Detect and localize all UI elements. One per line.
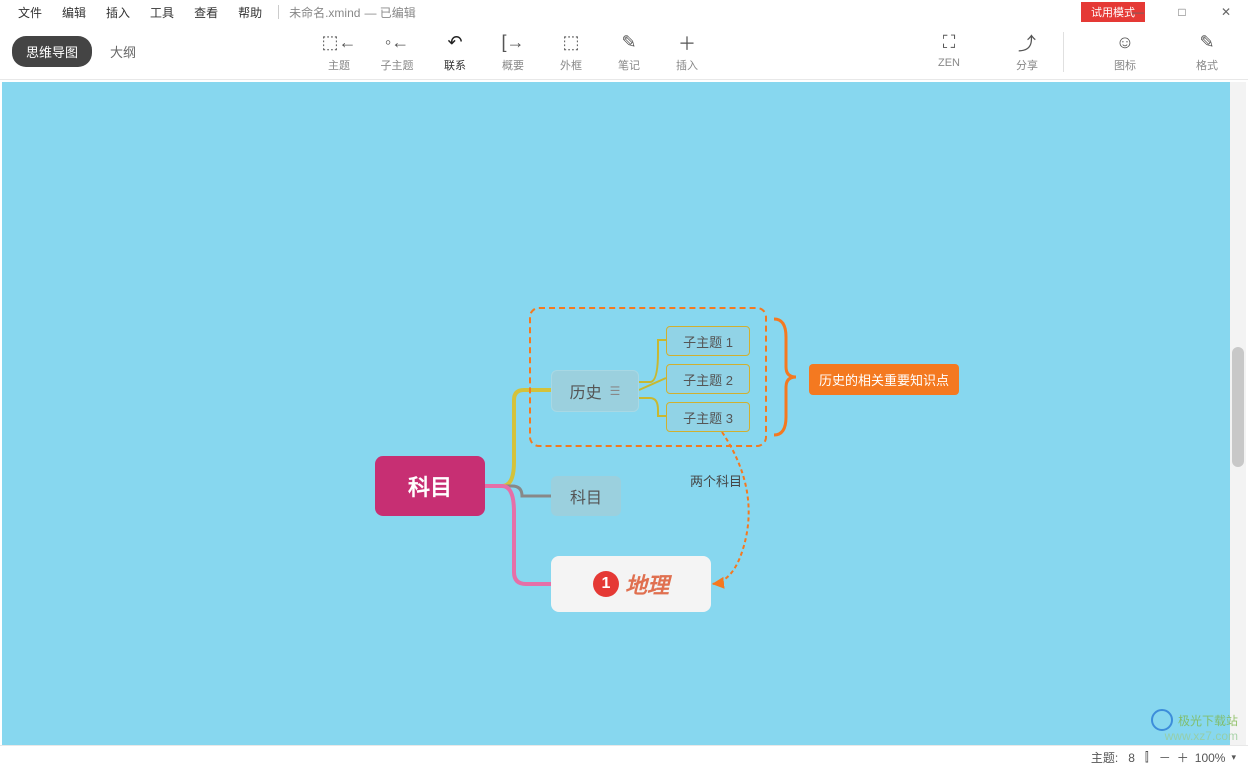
close-button[interactable]: ✕	[1204, 0, 1248, 24]
topic-subject[interactable]: 科目	[551, 476, 621, 516]
topic-label: 历史	[570, 379, 602, 403]
menu-view[interactable]: 查看	[184, 4, 228, 21]
tool-note[interactable]: ✎ 笔记	[600, 31, 658, 73]
file-name: 未命名.xmind	[289, 4, 360, 21]
subtopic-3[interactable]: 子主题 3	[666, 402, 750, 432]
statusbar: 主题: 8 ⫿ － ＋ 100% ▾	[0, 745, 1248, 769]
zoom-control: － ＋ 100% ▾	[1159, 749, 1236, 766]
tool-label: 格式	[1196, 57, 1218, 73]
topic-label: 地理	[625, 568, 669, 600]
canvas[interactable]: 科目 历史 ☰ 科目 1 地理 子主题 1 子主题 2 子主题 3 历史的相关重…	[2, 82, 1230, 745]
subtopic-1[interactable]: 子主题 1	[666, 326, 750, 356]
view-outline[interactable]: 大纲	[96, 36, 150, 67]
relationship-icon: ↶	[447, 31, 462, 55]
tool-zen[interactable]: ⛶ ZEN	[925, 31, 973, 73]
boundary-icon: ⬚	[563, 31, 580, 55]
notes-icon[interactable]: ☰	[610, 384, 621, 398]
tool-label: 笔记	[618, 57, 640, 73]
far-right-tools: ☺ 图标 ✎ 格式	[1096, 31, 1236, 73]
subtopic-2[interactable]: 子主题 2	[666, 364, 750, 394]
tool-label: 概要	[502, 57, 524, 73]
topic-history[interactable]: 历史 ☰	[551, 370, 639, 412]
map-overview-icon[interactable]: ⫿	[1145, 750, 1149, 765]
menu-help[interactable]: 帮助	[228, 4, 272, 21]
menubar: 文件 编辑 插入 工具 查看 帮助 未命名.xmind — 已编辑	[0, 0, 1248, 24]
zoom-level[interactable]: 100%	[1195, 751, 1226, 765]
subtopic-icon: ◦←	[385, 31, 409, 55]
format-icon: ✎	[1199, 31, 1214, 55]
summary-topic[interactable]: 历史的相关重要知识点	[809, 364, 959, 395]
tool-label: 图标	[1114, 57, 1136, 73]
tool-label: ZEN	[938, 57, 960, 69]
zoom-out-button[interactable]: －	[1159, 749, 1171, 766]
watermark-text2: www.xz7.com	[1165, 729, 1238, 743]
tool-icons[interactable]: ☺ 图标	[1096, 31, 1154, 73]
tool-label: 主题	[328, 57, 350, 73]
topic-icon: ⬚←	[322, 31, 357, 55]
view-mindmap[interactable]: 思维导图	[12, 36, 92, 67]
watermark: 极光下载站 www.xz7.com	[1151, 703, 1238, 743]
tool-relationship[interactable]: ↶ 联系	[426, 31, 484, 73]
menu-edit[interactable]: 编辑	[52, 4, 96, 21]
tool-label: 插入	[676, 57, 698, 73]
topic-count: 8	[1128, 751, 1135, 765]
tool-label: 分享	[1016, 57, 1038, 73]
tool-summary[interactable]: [→ 概要	[484, 31, 542, 73]
tool-insert[interactable]: ＋ 插入	[658, 31, 716, 73]
connectors	[2, 82, 1230, 745]
tool-label: 外框	[560, 57, 582, 73]
scrollbar-vertical[interactable]	[1230, 82, 1246, 745]
note-icon: ✎	[621, 31, 636, 55]
smiley-icon: ☺	[1116, 31, 1134, 55]
divider	[1063, 32, 1064, 72]
minimize-button[interactable]: —	[1116, 0, 1160, 24]
right-tools: ⛶ ZEN ⤴ 分享	[925, 31, 1051, 73]
zoom-in-button[interactable]: ＋	[1177, 749, 1189, 766]
view-toggle: 思维导图 大纲	[12, 36, 150, 67]
menu-tools[interactable]: 工具	[140, 4, 184, 21]
edit-status: — 已编辑	[364, 4, 415, 21]
central-topic[interactable]: 科目	[375, 456, 485, 516]
divider	[278, 5, 279, 19]
topic-geography[interactable]: 1 地理	[551, 556, 711, 612]
menu-file[interactable]: 文件	[8, 4, 52, 21]
summary-brace	[772, 317, 798, 437]
tool-label: 子主题	[381, 57, 414, 73]
topic-count-label: 主题:	[1091, 749, 1118, 766]
zen-icon: ⛶	[943, 31, 956, 55]
maximize-button[interactable]: □	[1160, 0, 1204, 24]
plus-icon: ＋	[678, 31, 696, 55]
toolbar: 思维导图 大纲 ⬚←主题 ◦←子主题 ↶联系 [→概要 ⬚外框 ✎笔记 ＋插入 …	[0, 24, 1248, 80]
tool-label: 联系	[444, 57, 466, 73]
priority-icon: 1	[593, 571, 619, 597]
window-controls: — □ ✕	[1116, 0, 1248, 24]
menu-insert[interactable]: 插入	[96, 4, 140, 21]
tool-subtopic[interactable]: ◦← 子主题	[368, 31, 426, 73]
scrollbar-thumb[interactable]	[1232, 347, 1244, 467]
watermark-logo-icon	[1151, 709, 1173, 731]
tool-boundary[interactable]: ⬚ 外框	[542, 31, 600, 73]
share-icon: ⤴	[1018, 31, 1036, 55]
tool-share[interactable]: ⤴ 分享	[1003, 31, 1051, 73]
chevron-down-icon[interactable]: ▾	[1231, 752, 1236, 763]
tool-topic[interactable]: ⬚← 主题	[310, 31, 368, 73]
tool-format[interactable]: ✎ 格式	[1178, 31, 1236, 73]
tool-group: ⬚← 主题 ◦← 子主题 ↶ 联系 [→ 概要 ⬚ 外框 ✎ 笔记 ＋ 插入	[310, 31, 716, 73]
watermark-text1: 极光下载站	[1178, 714, 1238, 728]
relationship-label[interactable]: 两个科目	[690, 471, 742, 490]
summary-icon: [→	[502, 31, 525, 55]
